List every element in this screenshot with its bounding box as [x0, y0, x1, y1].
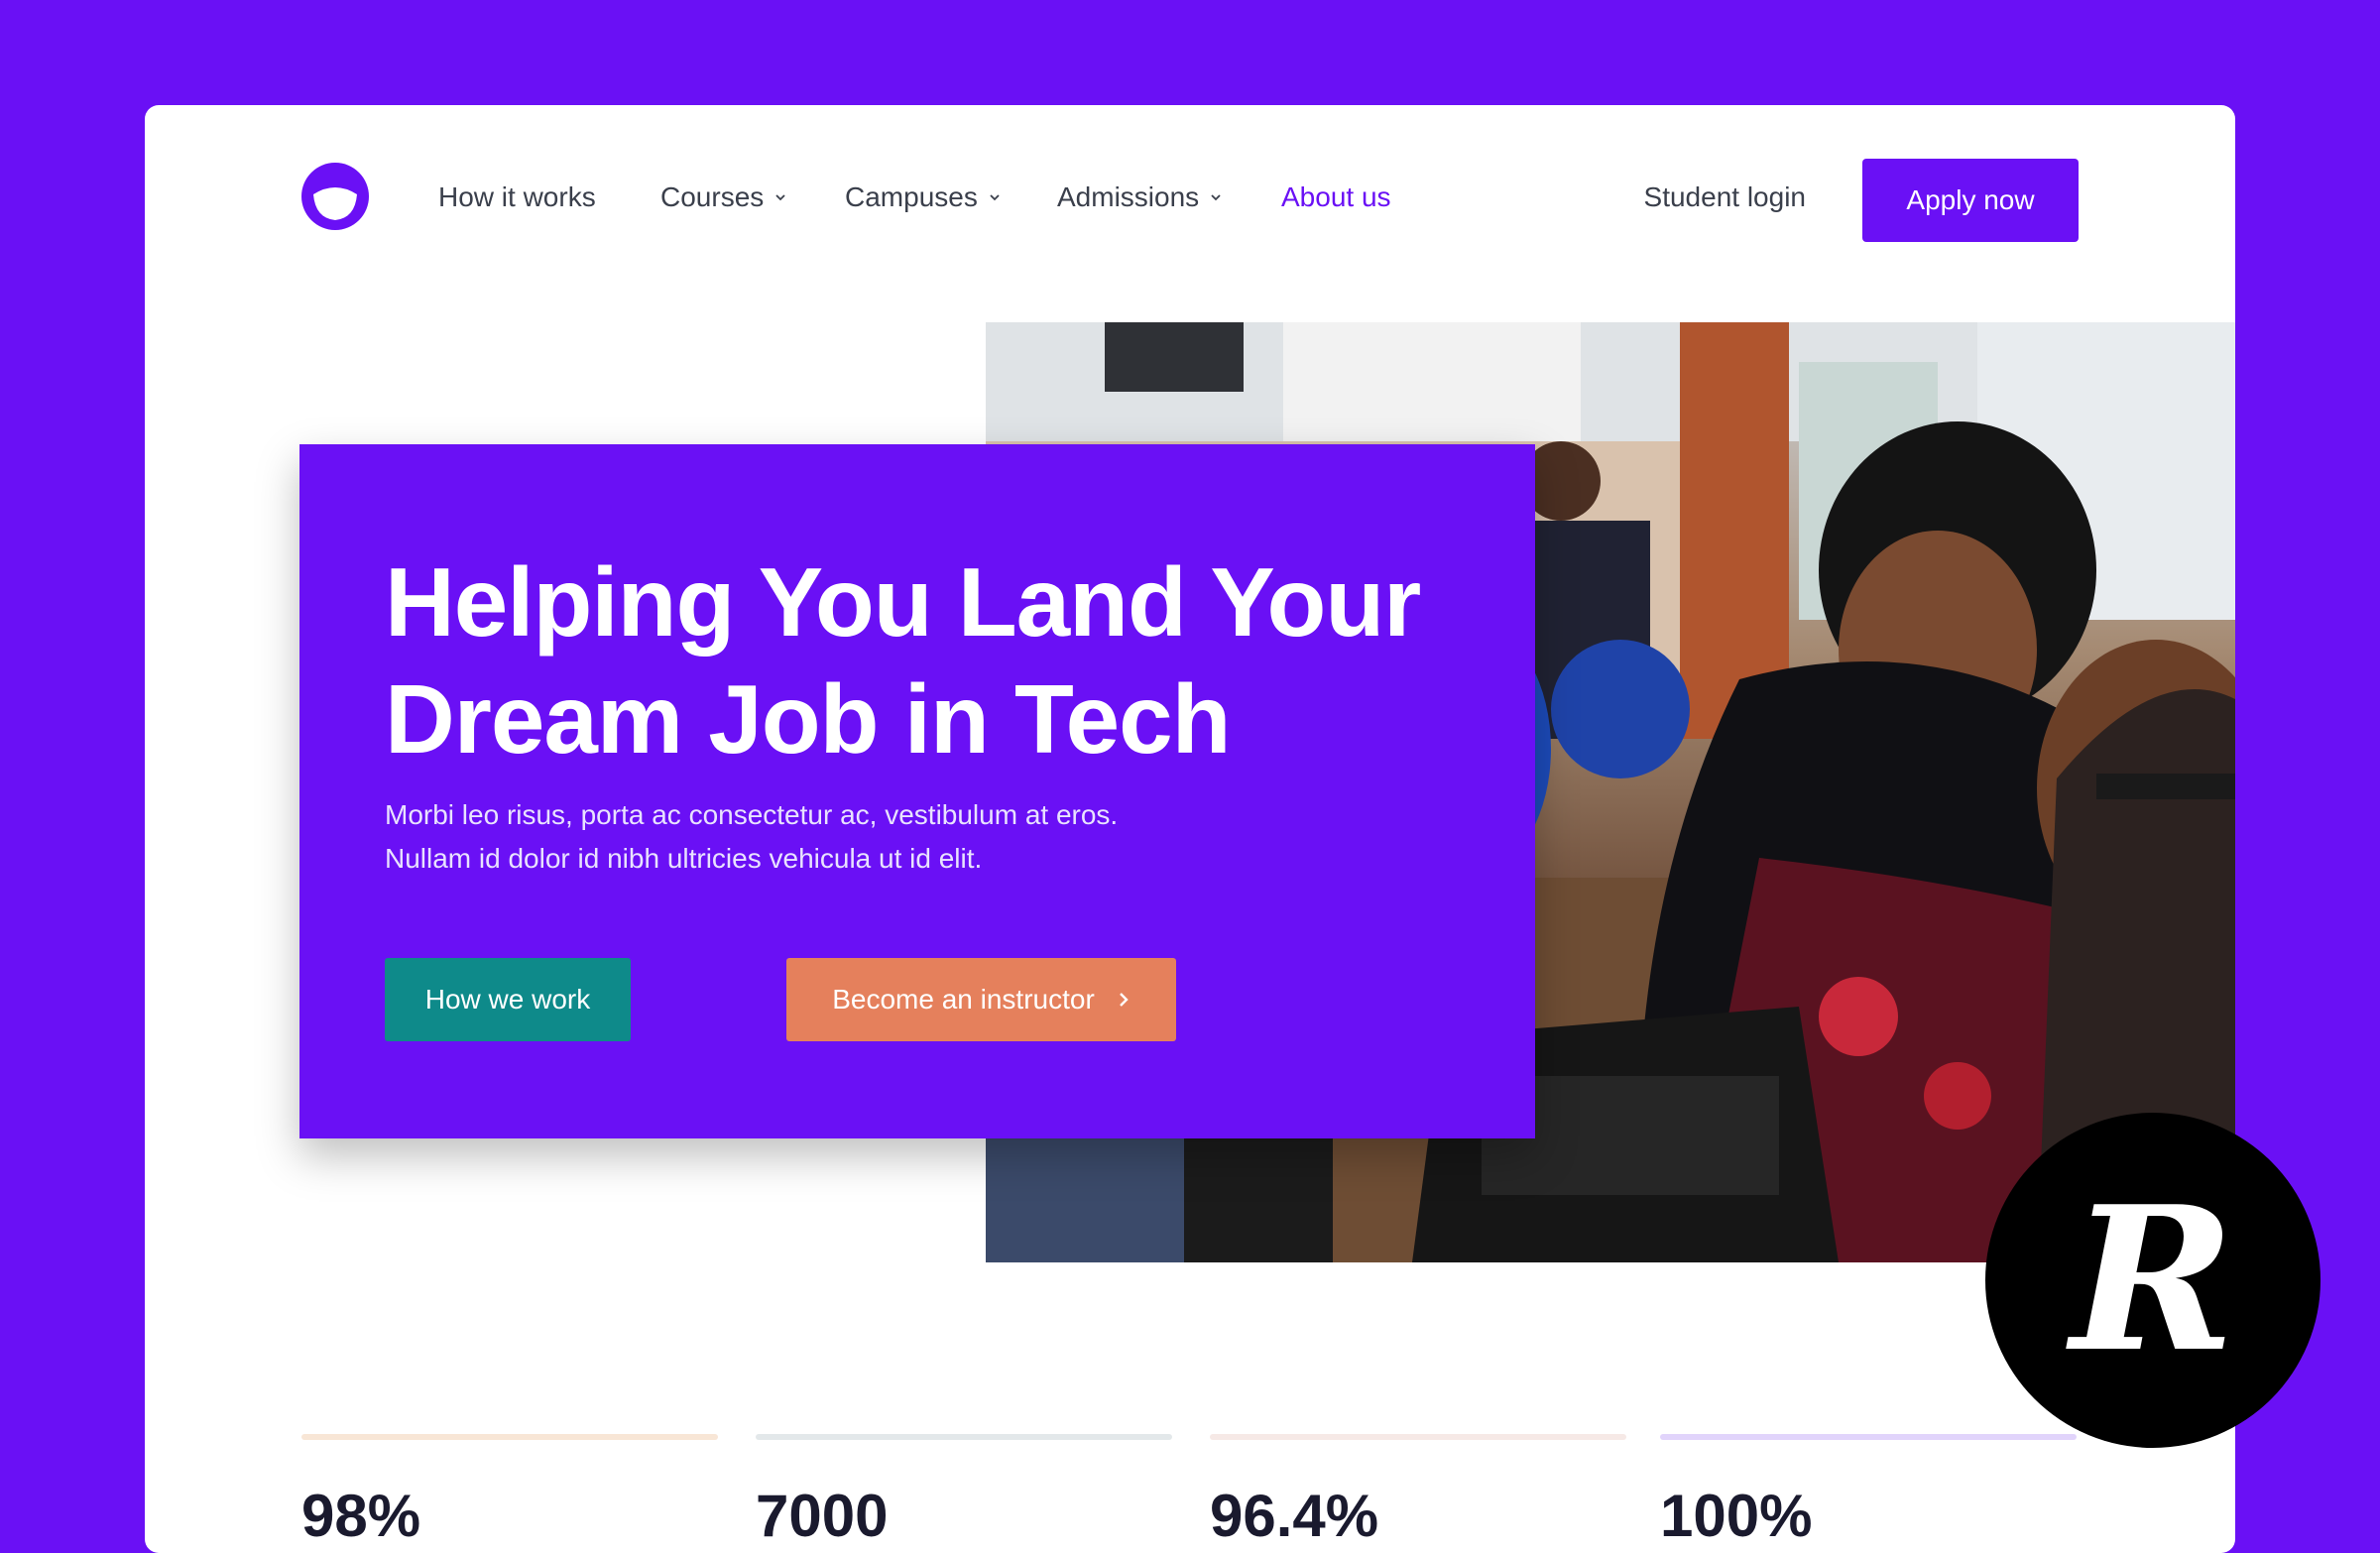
become-instructor-button[interactable]: Become an instructor: [786, 958, 1176, 1041]
logo-icon[interactable]: [299, 161, 371, 232]
stat-bar: [1660, 1434, 2077, 1440]
stat-bar: [1210, 1434, 1626, 1440]
nav-label: Campuses: [845, 181, 978, 212]
stat-value: 96.4%: [1210, 1483, 1379, 1549]
hero-card: Helping You Land Your Dream Job in Tech …: [299, 444, 1535, 1138]
nav-courses[interactable]: Courses: [660, 181, 787, 213]
badge-letter: R: [2070, 1163, 2236, 1396]
button-label: How we work: [424, 984, 591, 1015]
nav-label: How it works: [438, 181, 596, 212]
button-label: Become an instructor: [832, 984, 1095, 1015]
stat-bar: [301, 1434, 718, 1440]
stat-bar: [756, 1434, 1172, 1440]
stat-value: 7000: [756, 1483, 889, 1549]
nav-about-us[interactable]: About us: [1281, 181, 1391, 213]
brand-badge: R: [1985, 1113, 2320, 1448]
nav-label: About us: [1281, 181, 1391, 212]
page-card: How it works Courses Campuses Admissions…: [145, 105, 2235, 1553]
nav-how-it-works[interactable]: How it works: [438, 181, 596, 213]
stat-value: 100%: [1660, 1483, 1813, 1549]
chevron-down-icon: [990, 194, 1000, 201]
chevron-right-icon: [1119, 993, 1129, 1007]
hero-headline: Helping You Land Your Dream Job in Tech: [385, 543, 1495, 777]
nav-label: Courses: [660, 181, 765, 212]
chevron-down-icon: [775, 194, 785, 201]
apply-now-button[interactable]: Apply now: [1862, 159, 2079, 242]
nav-label: Admissions: [1057, 181, 1200, 212]
headline-line-1: Helping You Land Your: [385, 547, 1421, 657]
hero-subtext: Morbi leo risus, porta ac consectetur ac…: [385, 799, 1119, 874]
student-login-link[interactable]: Student login: [1644, 181, 1806, 213]
headline-line-2: Dream Job in Tech: [385, 664, 1232, 774]
nav-admissions[interactable]: Admissions: [1057, 181, 1223, 213]
nav-campuses[interactable]: Campuses: [845, 181, 1002, 213]
stat-value: 98%: [301, 1483, 421, 1549]
chevron-down-icon: [1211, 194, 1221, 201]
how-we-work-button[interactable]: How we work: [385, 958, 631, 1041]
